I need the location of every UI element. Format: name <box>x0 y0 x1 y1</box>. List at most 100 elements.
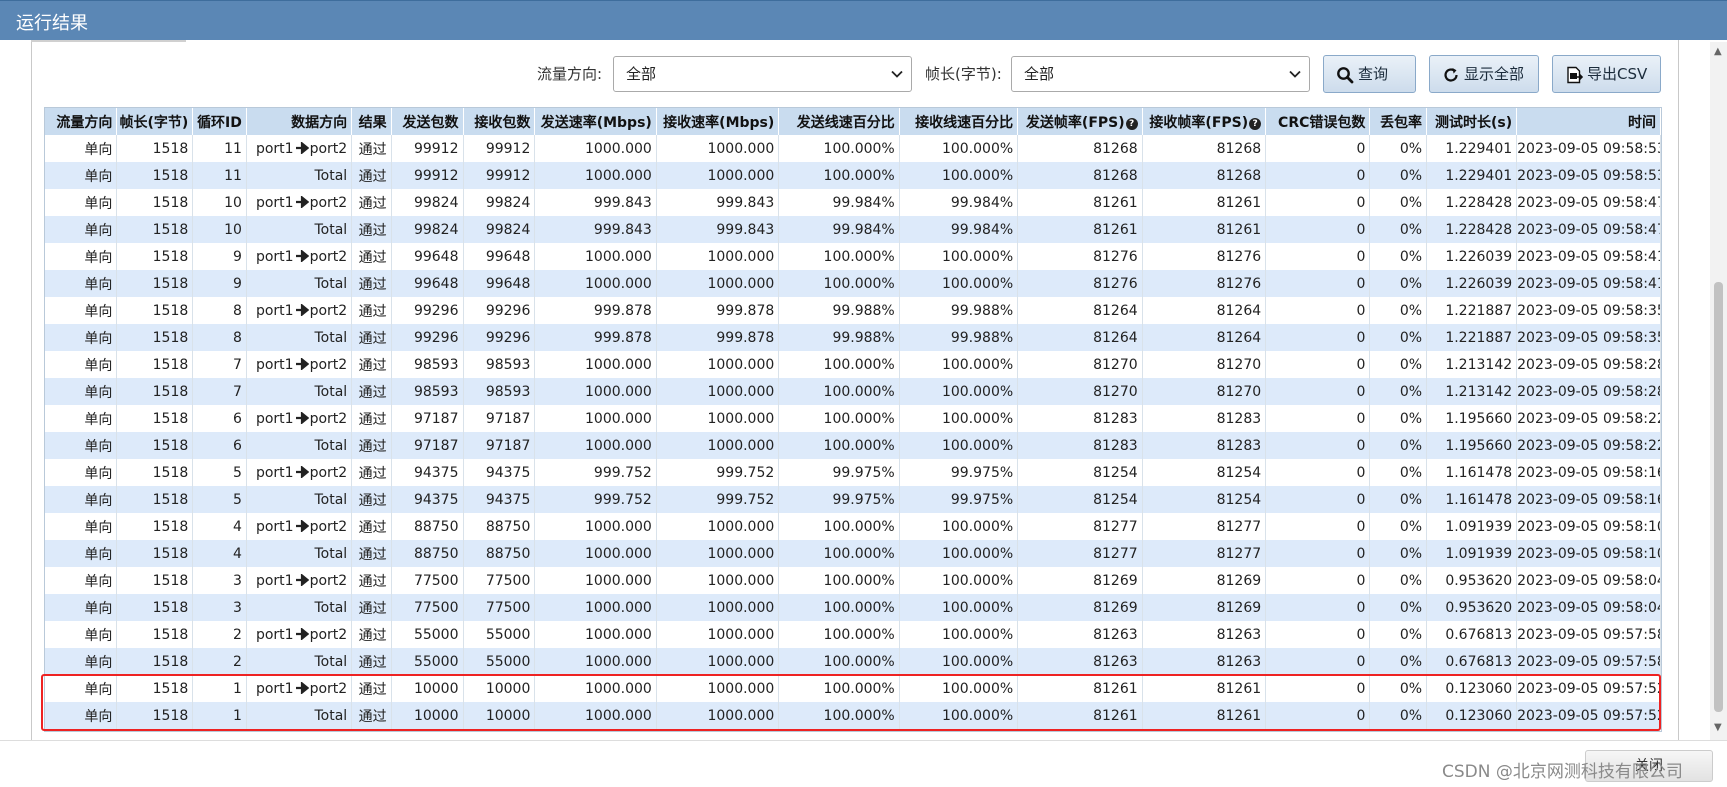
table-row[interactable]: 单向 1518 6 Total 通过 97187 97187 1000.000 1000.000… <box>45 432 1661 459</box>
table-row[interactable]: 单向 1518 4 Total 通过 88750 88750 1000.000 1000.000… <box>45 540 1661 567</box>
cell-rx-rate: 1000.000 <box>656 270 780 297</box>
cell-rx-packets: 10000 <box>463 675 536 702</box>
cell-loss-rate: 0% <box>1369 513 1428 540</box>
query-button[interactable]: 查询 <box>1323 55 1416 93</box>
cell-tx-rate: 1000.000 <box>534 378 657 405</box>
framelen-filter-select[interactable]: 全部 <box>1011 56 1310 92</box>
vertical-scrollbar[interactable]: ▲ ▼ <box>1710 42 1727 740</box>
table-row[interactable]: 单向 1518 2 Total 通过 55000 55000 1000.000 1000.000… <box>45 648 1661 675</box>
table-row[interactable]: 单向 1518 5 port1 port2 通过 94375 94375 999.752 999.… <box>45 459 1661 486</box>
table-row[interactable]: 单向 1518 7 port1 port2 通过 98593 98593 1000.000 100… <box>45 351 1661 378</box>
cell-loss-rate: 0% <box>1369 216 1428 243</box>
table-row[interactable]: 单向 1518 10 port1 port2 通过 99824 99824 999.843 999… <box>45 189 1661 216</box>
col-header-tx-packets[interactable]: 发送包数 <box>391 108 464 135</box>
table-row[interactable]: 单向 1518 11 port1 port2 通过 99912 99912 1000.000 10… <box>45 135 1661 162</box>
cell-tx-rate: 1000.000 <box>534 648 657 675</box>
cell-crc-errors: 0 <box>1265 459 1371 486</box>
scrollbar-thumb[interactable] <box>1714 282 1723 712</box>
help-icon[interactable]: ? <box>1125 117 1138 130</box>
cell-rx-line-pct: 100.000% <box>899 270 1019 297</box>
cell-tx-rate: 1000.000 <box>534 594 657 621</box>
col-header-time[interactable]: 时间 <box>1516 108 1661 135</box>
cell-tx-fps: 81261 <box>1017 189 1143 216</box>
cell-rx-line-pct: 100.000% <box>899 432 1019 459</box>
col-header-frame-length[interactable]: 帧长(字节) <box>116 108 194 135</box>
scroll-down-icon[interactable]: ▼ <box>1714 722 1722 733</box>
col-header-result[interactable]: 结果 <box>351 108 392 135</box>
table-row[interactable]: 单向 1518 5 Total 通过 94375 94375 999.752 999.752 99… <box>45 486 1661 513</box>
cell-duration: 1.221887 <box>1426 324 1518 351</box>
cell-rx-line-pct: 100.000% <box>899 162 1019 189</box>
col-header-duration[interactable]: 测试时长(s) <box>1426 108 1518 135</box>
cell-loop-id: 6 <box>192 405 247 432</box>
cell-tx-fps: 81268 <box>1017 135 1143 162</box>
col-header-data-direction[interactable]: 数据方向 <box>246 108 353 135</box>
col-header-tx-line-pct[interactable]: 发送线速百分比 <box>778 108 900 135</box>
col-header-tx-rate[interactable]: 发送速率(Mbps) <box>534 108 657 135</box>
arrow-right-icon <box>295 573 309 586</box>
table-row[interactable]: 单向 1518 1 port1 port2 通过 10000 10000 1000.000 100… <box>45 675 1661 702</box>
cell-tx-packets: 97187 <box>391 405 464 432</box>
direction-filter-select[interactable]: 全部 <box>613 56 912 92</box>
table-row[interactable]: 单向 1518 6 port1 port2 通过 97187 97187 1000.000 100… <box>45 405 1661 432</box>
col-header-rx-rate[interactable]: 接收速率(Mbps) <box>656 108 780 135</box>
data-direction-source: port1 <box>255 410 294 427</box>
cell-loss-rate: 0% <box>1369 459 1428 486</box>
col-header-loop-id[interactable]: 循环ID <box>192 108 247 135</box>
cell-tx-packets: 10000 <box>391 702 464 729</box>
col-header-rx-fps[interactable]: 接收帧率(FPS)? <box>1142 108 1267 135</box>
cell-rx-line-pct: 100.000% <box>899 243 1019 270</box>
cell-rx-packets: 99912 <box>463 135 536 162</box>
cell-rx-line-pct: 100.000% <box>899 648 1019 675</box>
cell-result: 通过 <box>351 648 392 675</box>
data-direction-source: port1 <box>255 464 294 481</box>
table-row[interactable]: 单向 1518 2 port1 port2 通过 55000 55000 1000.000 100… <box>45 621 1661 648</box>
cell-rx-rate: 1000.000 <box>656 243 780 270</box>
export-csv-button[interactable]: 导出CSV <box>1552 55 1661 93</box>
table-row[interactable]: 单向 1518 7 Total 通过 98593 98593 1000.000 1000.000… <box>45 378 1661 405</box>
cell-tx-packets: 94375 <box>391 486 464 513</box>
cell-rx-fps: 81263 <box>1142 621 1267 648</box>
scroll-up-icon[interactable]: ▲ <box>1714 46 1722 57</box>
cell-data-direction: port1 port2 <box>246 297 353 324</box>
table-row[interactable]: 单向 1518 9 port1 port2 通过 99648 99648 1000.000 100… <box>45 243 1661 270</box>
cell-rx-line-pct: 100.000% <box>899 540 1019 567</box>
cell-rx-fps: 81261 <box>1142 675 1267 702</box>
col-header-rx-line-pct[interactable]: 接收线速百分比 <box>899 108 1019 135</box>
cell-tx-line-pct: 100.000% <box>778 513 900 540</box>
cell-duration: 1.161478 <box>1426 459 1518 486</box>
col-header-rx-packets[interactable]: 接收包数 <box>463 108 536 135</box>
col-header-tx-fps[interactable]: 发送帧率(FPS)? <box>1017 108 1143 135</box>
table-row[interactable]: 单向 1518 11 Total 通过 99912 99912 1000.000 1000.00… <box>45 162 1661 189</box>
cell-frame-length: 1518 <box>116 432 194 459</box>
table-row[interactable]: 单向 1518 10 Total 通过 99824 99824 999.843 999.843 9… <box>45 216 1661 243</box>
table-row[interactable]: 单向 1518 1 Total 通过 10000 10000 1000.000 1000.000… <box>45 702 1661 729</box>
col-header-loss-rate[interactable]: 丢包率 <box>1369 108 1428 135</box>
col-header-crc-errors[interactable]: CRC错误包数 <box>1265 108 1371 135</box>
table-row[interactable]: 单向 1518 3 Total 通过 77500 77500 1000.000 1000.000… <box>45 594 1661 621</box>
cell-result: 通过 <box>351 513 392 540</box>
help-icon[interactable]: ? <box>1249 117 1262 130</box>
arrow-right-icon <box>295 519 309 532</box>
cell-rx-packets: 94375 <box>463 486 536 513</box>
table-row[interactable]: 单向 1518 9 Total 通过 99648 99648 1000.000 1000.000… <box>45 270 1661 297</box>
search-icon <box>1337 67 1354 84</box>
table-row[interactable]: 单向 1518 8 port1 port2 通过 99296 99296 999.878 999.… <box>45 297 1661 324</box>
cell-duration: 0.953620 <box>1426 567 1518 594</box>
cell-rx-rate: 999.843 <box>656 189 780 216</box>
show-all-button[interactable]: 显示全部 <box>1429 55 1539 93</box>
cell-rx-line-pct: 100.000% <box>899 513 1019 540</box>
cell-data-direction: Total <box>246 432 353 459</box>
cell-crc-errors: 0 <box>1265 675 1371 702</box>
cell-result: 通过 <box>351 621 392 648</box>
cell-direction: 单向 <box>45 702 118 729</box>
cell-rx-fps: 81269 <box>1142 567 1267 594</box>
cell-loss-rate: 0% <box>1369 432 1428 459</box>
table-row[interactable]: 单向 1518 8 Total 通过 99296 99296 999.878 999.878 99… <box>45 324 1661 351</box>
data-direction-target: port2 <box>309 194 348 211</box>
cell-frame-length: 1518 <box>116 297 194 324</box>
cell-tx-line-pct: 100.000% <box>778 621 900 648</box>
col-header-direction[interactable]: 流量方向 <box>45 108 118 135</box>
table-row[interactable]: 单向 1518 3 port1 port2 通过 77500 77500 1000.000 100… <box>45 567 1661 594</box>
table-row[interactable]: 单向 1518 4 port1 port2 通过 88750 88750 1000.000 100… <box>45 513 1661 540</box>
